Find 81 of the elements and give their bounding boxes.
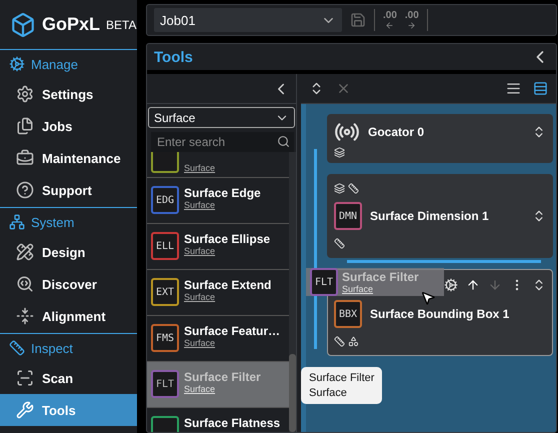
tool-badge: FLT [151, 370, 179, 398]
nav-item[interactable]: Maintenance [0, 142, 137, 174]
nav-item[interactable]: Support [0, 174, 137, 206]
nav-icon [16, 275, 34, 293]
tool-category: Surface [184, 163, 216, 173]
tool-category: Surface [184, 200, 216, 210]
cube-logo-icon [10, 12, 36, 38]
tool-badge: BBX [334, 300, 362, 328]
tool-title: Surface Edge [184, 186, 261, 200]
tool-node[interactable]: DMN Surface Dimension 1 [327, 174, 553, 258]
arrow-right-icon [407, 20, 416, 30]
job-select[interactable]: Job01 [154, 8, 342, 32]
settings-icon[interactable] [444, 278, 458, 292]
tool-title: Surface Extend [184, 278, 272, 292]
move-up-icon[interactable] [466, 278, 480, 292]
nav-item[interactable]: Discover [0, 268, 137, 300]
tooltip-text: Surface Filter [309, 372, 374, 384]
nav-icon [16, 243, 34, 261]
nav-icon [16, 117, 34, 135]
arrow-left-icon [385, 20, 394, 30]
layers-icon [334, 147, 345, 158]
tool-title: Surface Flatness [184, 416, 280, 430]
panel-title: Tools [154, 48, 193, 66]
tool-list-item[interactable]: Surface [147, 152, 289, 178]
nav-icon [16, 85, 34, 103]
detail-view-icon[interactable] [533, 81, 548, 96]
tool-category: Surface [342, 284, 374, 294]
tool-badge: DMN [334, 202, 362, 230]
tooltip-text: Surface [309, 387, 348, 399]
nav-icon [16, 149, 34, 167]
section-icon [9, 340, 25, 356]
cursor-icon [420, 290, 436, 306]
tool-title: Surface Filter [184, 370, 261, 384]
beta-label: BETA [106, 18, 136, 32]
section-title: Inspect [31, 340, 73, 356]
section-icon [9, 56, 25, 72]
section-title: Manage [31, 56, 78, 72]
tool-title: Surface Featur… [184, 324, 280, 338]
decimal-button[interactable]: .00 [383, 10, 397, 30]
scrollbar[interactable] [289, 152, 296, 432]
tool-badge: ELL [151, 232, 179, 260]
node-title: Gocator 0 [368, 125, 426, 139]
tool-badge: FLT [310, 268, 338, 296]
save-icon[interactable] [350, 12, 366, 28]
layers-icon [334, 183, 345, 194]
tool-title: Surface Ellipse [184, 232, 270, 246]
nav-item[interactable]: Scan [0, 362, 137, 394]
nav-item[interactable]: Alignment [0, 300, 137, 332]
section-title: System [31, 214, 74, 230]
app-logo: GoPxL [42, 14, 100, 35]
nav-item[interactable]: Design [0, 236, 137, 268]
nav-icon [16, 181, 34, 199]
tool-list-item[interactable]: Surface Flatness [147, 408, 289, 432]
search-field[interactable]: Enter search [151, 132, 294, 152]
nav-icon [16, 369, 34, 387]
category-select[interactable]: Surface [148, 107, 295, 128]
ruler-icon [334, 336, 345, 347]
tool-category: Surface [184, 246, 216, 256]
nav-icon [16, 401, 34, 419]
tool-category: Surface [184, 338, 216, 348]
nav-item[interactable]: Settings [0, 78, 137, 110]
tool-title: Surface Filter [342, 270, 419, 284]
tool-badge: EDG [151, 186, 179, 214]
tool-category: Surface [184, 292, 216, 302]
list-view-icon[interactable] [506, 81, 521, 96]
tool-badge: FMS [151, 324, 179, 352]
section-icon [9, 214, 25, 230]
collapse-all-icon[interactable] [336, 81, 351, 96]
nav-item[interactable]: Tools [0, 394, 137, 426]
tool-badge: EXT [151, 278, 179, 306]
ruler-icon [348, 183, 359, 194]
node-title: Surface Bounding Box 1 [370, 307, 510, 321]
nav-item[interactable]: Jobs [0, 110, 137, 142]
nav-icon [16, 307, 34, 325]
ruler-icon [334, 238, 345, 249]
tool-node[interactable]: Gocator 0 [327, 114, 553, 163]
shapes-icon [348, 336, 359, 347]
tool-category: Surface [184, 384, 216, 394]
node-title: Surface Dimension 1 [370, 209, 490, 223]
decimal-button[interactable]: .00 [404, 10, 419, 30]
search-icon [277, 135, 290, 148]
